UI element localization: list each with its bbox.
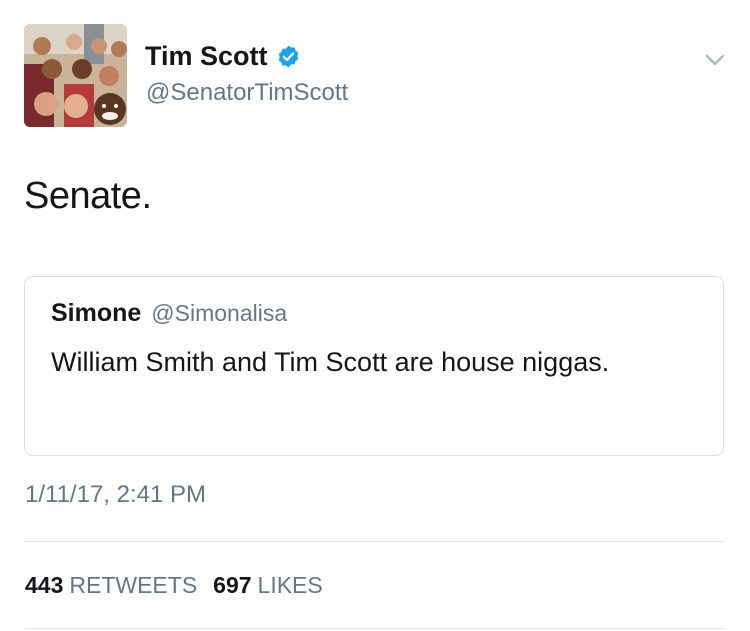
quoted-author-name: Simone (51, 299, 142, 327)
divider (25, 628, 725, 629)
retweets-count: 443 (25, 572, 64, 598)
quoted-tweet[interactable]: Simone @Simonalisa William Smith and Tim… (24, 276, 724, 456)
group-selfie-photo (24, 24, 127, 127)
chevron-down-icon[interactable] (701, 50, 729, 70)
divider (25, 541, 725, 542)
quoted-header: Simone @Simonalisa (51, 299, 287, 328)
tweet-timestamp[interactable]: 1/11/17, 2:41 PM (25, 480, 206, 510)
author-handle[interactable]: @SenatorTimScott (146, 78, 348, 108)
quoted-text: William Smith and Tim Scott are house ni… (51, 347, 610, 377)
author-name[interactable]: Tim Scott (145, 40, 268, 72)
likes-stat[interactable]: 697 LIKES (213, 570, 323, 600)
verified-badge-icon (276, 44, 301, 69)
avatar[interactable] (24, 24, 127, 127)
tweet-stats: 443 RETWEETS 697 LIKES (25, 570, 339, 600)
author-row: Tim Scott (145, 40, 301, 72)
tweet-text: Senate. (24, 175, 152, 217)
likes-count: 697 (213, 572, 252, 598)
retweets-label: RETWEETS (69, 572, 198, 598)
retweets-stat[interactable]: 443 RETWEETS (25, 570, 197, 600)
likes-label: LIKES (257, 572, 323, 598)
quoted-author-handle: @Simonalisa (151, 300, 288, 326)
